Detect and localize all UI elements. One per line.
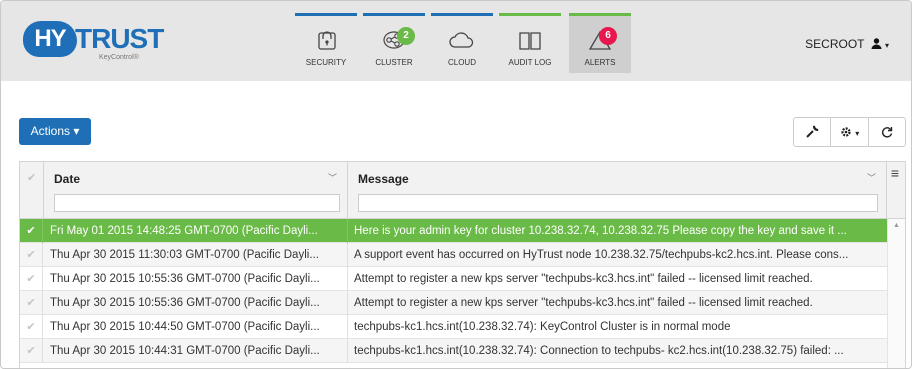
column-title: Message	[358, 172, 409, 186]
alerts-count-badge: 6	[599, 27, 617, 45]
scroll-up-icon[interactable]: ▲	[893, 222, 900, 229]
tab-audit-log[interactable]: AUDIT LOG	[499, 13, 561, 71]
checkmark-icon: ✔	[27, 172, 37, 184]
vertical-scrollbar[interactable]: ▲	[887, 219, 905, 368]
column-date[interactable]: Date ﹀	[44, 162, 348, 219]
tab-security[interactable]: SECURITY	[295, 13, 357, 71]
tab-cluster[interactable]: 2 CLUSTER	[363, 13, 425, 71]
date-cell: Thu Apr 30 2015 10:55:36 GMT-0700 (Pacif…	[50, 297, 320, 309]
table-header: ✔ Date ﹀ Message ﹀ ≡	[20, 162, 905, 219]
message-filter-input[interactable]	[358, 194, 878, 212]
actions-button[interactable]: Actions ▾	[19, 118, 91, 145]
date-cell: Fri May 01 2015 14:48:25 GMT-0700 (Pacif…	[50, 225, 318, 237]
table-row[interactable]: ✔ Fri May 01 2015 14:48:25 GMT-0700 (Pac…	[20, 219, 887, 243]
username: SECROOT	[805, 37, 865, 51]
message-cell: Attempt to register a new kps server "te…	[354, 273, 813, 285]
table-row[interactable]: ✔ Thu Apr 30 2015 10:55:36 GMT-0700 (Pac…	[20, 267, 887, 291]
column-message[interactable]: Message ﹀	[348, 162, 887, 219]
tab-indicator	[569, 13, 631, 16]
hytrust-logo: HY TRUST KeyControl®	[23, 21, 164, 67]
user-menu[interactable]: SECROOT ▾	[805, 37, 889, 51]
caret-down-icon: ▾	[884, 41, 889, 50]
chevron-down-icon[interactable]: ﹀	[328, 171, 337, 184]
row-checkbox[interactable]: ✔	[20, 243, 43, 267]
date-cell: Thu Apr 30 2015 10:44:50 GMT-0700 (Pacif…	[50, 321, 320, 333]
tab-alerts[interactable]: 6 ALERTS	[569, 13, 631, 73]
tab-label: AUDIT LOG	[508, 58, 552, 67]
tab-indicator	[363, 13, 425, 16]
row-checkbox[interactable]: ✔	[20, 291, 43, 315]
column-title: Date	[54, 172, 81, 186]
date-cell: Thu Apr 30 2015 10:44:31 GMT-0700 (Pacif…	[50, 345, 320, 357]
table-row[interactable]: ✔ Thu Apr 30 2015 10:44:50 GMT-0700 (Pac…	[20, 315, 887, 339]
date-cell: Thu Apr 30 2015 10:55:36 GMT-0700 (Pacif…	[50, 273, 320, 285]
user-icon	[871, 38, 882, 49]
row-checkbox[interactable]: ✔	[20, 219, 43, 243]
message-cell: techpubs-kc1.hcs.int(10.238.32.74): KeyC…	[354, 321, 731, 333]
table-row[interactable]: ✔ Thu Apr 30 2015 10:55:36 GMT-0700 (Pac…	[20, 291, 887, 315]
grid-tools-group: ▾	[793, 117, 906, 147]
app-window: HY TRUST KeyControl® SECURITY 2 CLUSTER …	[0, 0, 912, 369]
message-cell: Attempt to register a new kps server "te…	[354, 297, 813, 309]
row-checkbox[interactable]: ✔	[20, 315, 43, 339]
top-navigation-bar: HY TRUST KeyControl® SECURITY 2 CLUSTER …	[1, 1, 911, 81]
row-checkbox[interactable]: ✔	[20, 339, 43, 363]
table-row[interactable]: ✔ Thu Apr 30 2015 10:44:31 GMT-0700 (Pac…	[20, 339, 887, 363]
tab-indicator	[431, 13, 493, 16]
wrench-icon[interactable]	[794, 118, 832, 146]
tab-indicator	[499, 13, 561, 16]
tab-label: CLUSTER	[375, 58, 413, 67]
book-icon	[519, 32, 541, 50]
cluster-count-badge: 2	[397, 27, 415, 45]
message-cell: techpubs-kc1.hcs.int(10.238.32.74): Conn…	[354, 345, 844, 357]
tab-label: CLOUD	[447, 58, 476, 67]
chevron-down-icon[interactable]: ﹀	[867, 171, 876, 184]
table-row[interactable]: ✔ Thu Apr 30 2015 11:30:03 GMT-0700 (Pac…	[20, 243, 887, 267]
lock-icon	[318, 31, 336, 50]
tab-label: ALERTS	[584, 58, 616, 67]
tab-cloud[interactable]: CLOUD	[431, 13, 493, 71]
select-all-column[interactable]: ✔	[20, 162, 44, 219]
column-menu-icon[interactable]: ≡	[885, 162, 905, 184]
gear-dropdown-icon[interactable]: ▾	[831, 118, 869, 146]
refresh-icon[interactable]	[869, 118, 905, 146]
alerts-table: ✔ Date ﹀ Message ﹀ ≡ ✔ Fri May 01 2015 1…	[19, 161, 906, 368]
tab-label: SECURITY	[305, 58, 347, 67]
message-cell: Here is your admin key for cluster 10.23…	[354, 225, 847, 237]
row-checkbox[interactable]: ✔	[20, 267, 43, 291]
tab-indicator	[295, 13, 357, 16]
date-filter-input[interactable]	[54, 194, 340, 212]
message-cell: A support event has occurred on HyTrust …	[354, 249, 849, 261]
date-cell: Thu Apr 30 2015 11:30:03 GMT-0700 (Pacif…	[50, 249, 319, 261]
cloud-icon	[449, 32, 474, 48]
